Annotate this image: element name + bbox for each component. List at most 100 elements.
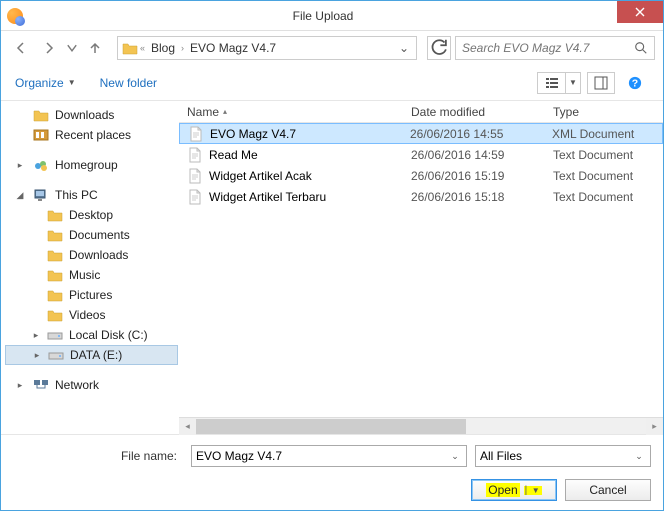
tree-item-network[interactable]: ▸ Network xyxy=(5,375,178,395)
close-button[interactable] xyxy=(617,1,663,23)
drive-icon xyxy=(47,328,63,342)
document-icon xyxy=(188,126,204,142)
tree-item-label: Videos xyxy=(69,308,105,322)
tree-item-label: Music xyxy=(69,268,100,282)
tree-item-label: Downloads xyxy=(69,248,128,262)
search-input[interactable] xyxy=(462,41,634,55)
expander-icon[interactable]: ▸ xyxy=(31,330,41,341)
column-name[interactable]: Name ▴ xyxy=(179,101,403,122)
breadcrumb-dropdown[interactable]: ⌄ xyxy=(396,41,412,55)
folder-icon xyxy=(47,308,63,322)
scroll-right-icon[interactable]: ▸ xyxy=(646,418,663,435)
tree-item-music[interactable]: Music xyxy=(5,265,178,285)
tree-item-documents[interactable]: Documents xyxy=(5,225,178,245)
nav-tree[interactable]: Downloads Recent places ▸Homegroup ◢ This PC… xyxy=(1,101,179,434)
expander-icon[interactable]: ▸ xyxy=(32,350,42,361)
file-type: Text Document xyxy=(545,190,663,204)
forward-button[interactable] xyxy=(37,36,61,60)
chevron-down-icon: ⌄ xyxy=(632,451,646,462)
tree-item-recent[interactable]: Recent places xyxy=(5,125,178,145)
breadcrumb[interactable]: « Blog › EVO Magz V4.7 ⌄ xyxy=(117,36,417,60)
tree-item-homegroup[interactable]: ▸Homegroup xyxy=(5,155,178,175)
new-folder-button[interactable]: New folder xyxy=(100,76,157,90)
file-name: Read Me xyxy=(209,148,258,162)
filename-value: EVO Magz V4.7 xyxy=(196,449,282,463)
tree-item-edrive[interactable]: ▸ DATA (E:) xyxy=(5,345,178,365)
expander-icon[interactable]: ◢ xyxy=(15,190,25,201)
tree-item-label: Documents xyxy=(69,228,130,242)
tree-item-label: Desktop xyxy=(69,208,113,222)
preview-pane-button[interactable] xyxy=(587,72,615,94)
open-button[interactable]: Open▏▼ xyxy=(471,479,557,501)
window-title: File Upload xyxy=(29,9,617,23)
file-name: Widget Artikel Acak xyxy=(209,169,312,183)
filename-label: File name: xyxy=(13,449,183,463)
view-mode-dropdown[interactable]: ▼ xyxy=(565,72,581,94)
sort-asc-icon: ▴ xyxy=(223,107,227,116)
drive-icon xyxy=(48,348,64,362)
column-type[interactable]: Type xyxy=(545,101,663,122)
filetype-filter[interactable]: All Files ⌄ xyxy=(475,445,651,467)
tree-item-label: DATA (E:) xyxy=(70,348,122,362)
tree-item-downloads[interactable]: Downloads xyxy=(5,245,178,265)
back-button[interactable] xyxy=(9,36,33,60)
open-label: Open xyxy=(486,483,519,497)
file-name: EVO Magz V4.7 xyxy=(210,127,296,141)
tree-item-label: Local Disk (C:) xyxy=(69,328,148,342)
homegroup-icon xyxy=(33,158,49,172)
tree-item-label: Network xyxy=(55,378,99,392)
file-row[interactable]: Widget Artikel Acak 26/06/2016 15:19Text … xyxy=(179,165,663,186)
organize-menu[interactable]: Organize▼ xyxy=(15,76,76,90)
breadcrumb-item[interactable]: EVO Magz V4.7 xyxy=(186,41,280,55)
tree-item-cdrive[interactable]: ▸ Local Disk (C:) xyxy=(5,325,178,345)
file-type: Text Document xyxy=(545,169,663,183)
document-icon xyxy=(187,147,203,163)
tree-item-pictures[interactable]: Pictures xyxy=(5,285,178,305)
help-button[interactable]: ? xyxy=(621,72,649,94)
scroll-thumb[interactable] xyxy=(196,419,466,434)
tree-item-desktop[interactable]: Desktop xyxy=(5,205,178,225)
column-date[interactable]: Date modified xyxy=(403,101,545,122)
view-mode-button[interactable] xyxy=(537,72,565,94)
tree-item-label: Recent places xyxy=(55,128,131,142)
svg-text:?: ? xyxy=(632,77,638,89)
file-date: 26/06/2016 15:19 xyxy=(403,169,545,183)
tree-item-thispc[interactable]: ◢ This PC xyxy=(5,185,178,205)
folder-icon xyxy=(47,268,63,282)
breadcrumb-item[interactable]: Blog xyxy=(147,41,179,55)
file-row[interactable]: Widget Artikel Terbaru26/06/2016 15:18Te… xyxy=(179,186,663,207)
column-label: Name xyxy=(187,105,219,119)
search-box[interactable] xyxy=(455,36,655,60)
file-row[interactable]: EVO Magz V4.7 26/06/2016 14:55XML Documen… xyxy=(179,123,663,144)
refresh-button[interactable] xyxy=(427,36,451,60)
recent-dropdown[interactable] xyxy=(65,36,79,60)
file-date: 26/06/2016 14:59 xyxy=(403,148,545,162)
tree-item-label: Downloads xyxy=(55,108,114,122)
tree-item-label: This PC xyxy=(55,188,98,202)
footer: File name: EVO Magz V4.7⌄ All Files ⌄ Ope… xyxy=(1,434,663,513)
scroll-left-icon[interactable]: ◂ xyxy=(179,418,196,435)
filter-value: All Files xyxy=(480,449,522,463)
search-icon xyxy=(634,41,648,55)
expander-icon[interactable]: ▸ xyxy=(15,160,25,171)
tree-item-label: Pictures xyxy=(69,288,112,302)
file-row[interactable]: Read Me26/06/2016 14:59Text Document xyxy=(179,144,663,165)
column-headers: Name ▴ Date modified Type xyxy=(179,101,663,123)
file-date: 26/06/2016 14:55 xyxy=(402,127,544,141)
nav-bar: « Blog › EVO Magz V4.7 ⌄ xyxy=(1,31,663,65)
tree-item-videos[interactable]: Videos xyxy=(5,305,178,325)
filename-field[interactable]: EVO Magz V4.7⌄ xyxy=(191,445,467,467)
folder-icon xyxy=(47,228,63,242)
horizontal-scrollbar[interactable]: ◂ ▸ xyxy=(179,417,663,434)
expander-icon[interactable]: ▸ xyxy=(15,380,25,391)
up-button[interactable] xyxy=(83,36,107,60)
file-type: XML Document xyxy=(544,127,662,141)
chevron-down-icon: ▼ xyxy=(68,78,76,87)
network-icon xyxy=(33,378,49,392)
file-rows[interactable]: EVO Magz V4.7 26/06/2016 14:55XML Documen… xyxy=(179,123,663,417)
titlebar: File Upload xyxy=(1,1,663,31)
tree-item-downloads-q[interactable]: Downloads xyxy=(5,105,178,125)
recent-icon xyxy=(33,128,49,142)
cancel-button[interactable]: Cancel xyxy=(565,479,651,501)
document-icon xyxy=(187,168,203,184)
